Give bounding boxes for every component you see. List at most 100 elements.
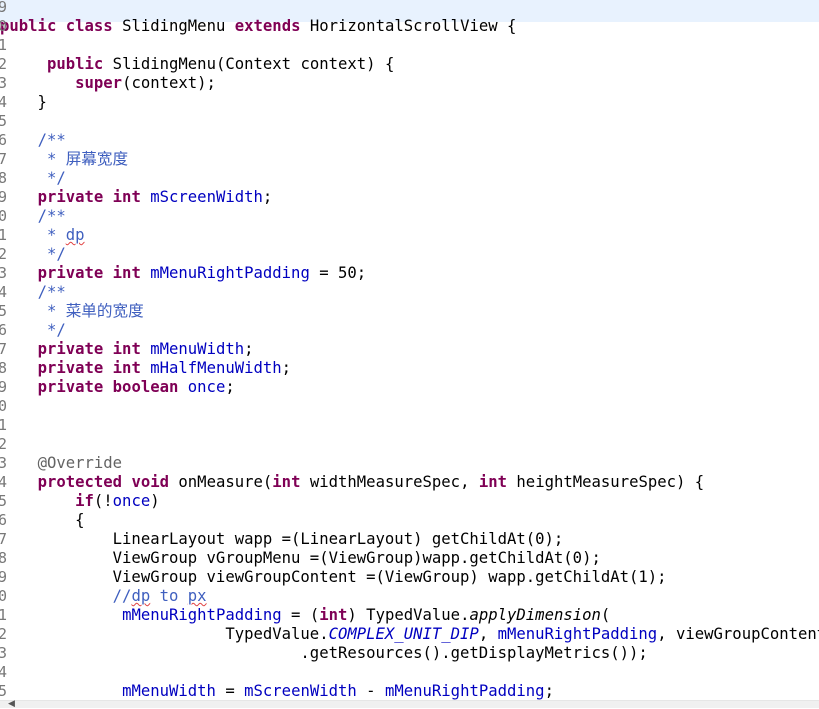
- code-line[interactable]: TypedValue.COMPLEX_UNIT_DIP, mMenuRightP…: [0, 625, 819, 644]
- code-line[interactable]: /** 4: [0, 283, 819, 302]
- code-line[interactable]: 1: [0, 36, 819, 55]
- line-number: 1: [0, 226, 7, 244]
- line-number: 6: [0, 131, 7, 149]
- code-line[interactable]: 5: [0, 112, 819, 131]
- code-line[interactable]: protected void onMeasure(int widthMeasur…: [0, 473, 819, 492]
- code-text: mMenuWidth = mScreenWidth - mMenuRightPa…: [122, 682, 554, 700]
- code-line[interactable]: public class SlidingMenu extends Horizon…: [0, 17, 819, 36]
- code-line[interactable]: private boolean once; 9: [0, 378, 819, 397]
- code-line[interactable]: * 屏幕宽度 7: [0, 150, 819, 169]
- code-line[interactable]: if(!once) 5: [0, 492, 819, 511]
- code-line[interactable]: .getResources().getDisplayMetrics()); 3: [0, 644, 819, 663]
- code-line[interactable]: 1: [0, 416, 819, 435]
- code-text: protected void onMeasure(int widthMeasur…: [37, 473, 705, 491]
- line-number: 1: [0, 606, 7, 624]
- code-line[interactable]: */6: [0, 321, 819, 340]
- line-number: 3: [0, 74, 7, 92]
- code-text: ViewGroup viewGroupContent =(ViewGroup) …: [0, 568, 667, 586]
- code-line[interactable]: * 菜单的宽度 5: [0, 302, 819, 321]
- code-text: * 菜单的宽度: [0, 302, 144, 320]
- code-text: TypedValue.COMPLEX_UNIT_DIP, mMenuRightP…: [0, 625, 819, 643]
- line-number: 3: [0, 454, 7, 472]
- line-number: 8: [0, 169, 7, 187]
- code-text: .getResources().getDisplayMetrics());: [0, 644, 648, 662]
- code-text: */: [0, 169, 66, 187]
- line-number: 4: [0, 283, 7, 301]
- code-line[interactable]: /** 6: [0, 131, 819, 150]
- code-text: * dp: [0, 226, 85, 244]
- code-line[interactable]: 4: [0, 663, 819, 682]
- line-number: 7: [0, 150, 7, 168]
- code-line[interactable]: @Override 3: [0, 454, 819, 473]
- code-line[interactable]: ViewGroup vGroupMenu =(ViewGroup)wapp.ge…: [0, 549, 819, 568]
- line-number: 1: [0, 36, 7, 54]
- line-number: 9: [0, 378, 7, 396]
- code-text: if(!once): [75, 492, 160, 510]
- line-number: 2: [0, 245, 7, 263]
- code-text: */: [0, 245, 66, 263]
- code-text: ViewGroup vGroupMenu =(ViewGroup)wapp.ge…: [0, 549, 601, 567]
- code-line[interactable]: private int mMenuWidth; 7: [0, 340, 819, 359]
- code-line[interactable]: ViewGroup viewGroupContent =(ViewGroup) …: [0, 568, 819, 587]
- code-line[interactable]: */8: [0, 169, 819, 188]
- code-line[interactable]: mMenuRightPadding = (int) TypedValue.app…: [0, 606, 819, 625]
- code-editor[interactable]: 9 public class SlidingMenu extends Horizo…: [0, 0, 819, 700]
- line-number: 9: [0, 568, 7, 586]
- code-line[interactable]: private int mHalfMenuWidth; 8: [0, 359, 819, 378]
- line-number: 2: [0, 55, 7, 73]
- line-number: 7: [0, 530, 7, 548]
- line-number: 5: [0, 682, 7, 700]
- line-number: 7: [0, 340, 7, 358]
- line-number: 8: [0, 549, 7, 567]
- line-number: 3: [0, 644, 7, 662]
- code-text: //dp to px: [112, 587, 207, 605]
- line-number: 5: [0, 112, 7, 130]
- code-line[interactable]: super(context); 3: [0, 74, 819, 93]
- line-number: 6: [0, 321, 7, 339]
- code-text: /**: [37, 283, 66, 301]
- code-text: private int mHalfMenuWidth;: [37, 359, 292, 377]
- code-text: /**: [37, 207, 66, 225]
- code-text: private int mScreenWidth;: [37, 188, 273, 206]
- code-line[interactable]: //dp to px 0: [0, 587, 819, 606]
- code-line[interactable]: } 4: [0, 93, 819, 112]
- code-line[interactable]: 0: [0, 397, 819, 416]
- code-text: /**: [37, 131, 66, 149]
- line-number: 6: [0, 511, 7, 529]
- code-text: public class SlidingMenu extends Horizon…: [0, 17, 517, 35]
- line-number: 4: [0, 473, 7, 491]
- code-line[interactable]: 9: [0, 0, 819, 17]
- line-number: 4: [0, 93, 7, 111]
- code-line[interactable]: */2: [0, 245, 819, 264]
- code-line[interactable]: public SlidingMenu(Context context) { 2: [0, 55, 819, 74]
- code-line[interactable]: {6: [0, 511, 819, 530]
- line-number: 8: [0, 359, 7, 377]
- code-text: */: [0, 321, 66, 339]
- line-number: 0: [0, 207, 7, 225]
- horizontal-scrollbar[interactable]: ◀: [0, 700, 819, 709]
- code-line[interactable]: mMenuWidth = mScreenWidth - mMenuRightPa…: [0, 682, 819, 700]
- code-text: @Override: [37, 454, 123, 472]
- code-line[interactable]: LinearLayout wapp =(LinearLayout) getChi…: [0, 530, 819, 549]
- line-number: 1: [0, 416, 7, 434]
- code-text: super(context);: [75, 74, 216, 92]
- code-text: LinearLayout wapp =(LinearLayout) getChi…: [0, 530, 564, 548]
- line-number: 0: [0, 587, 7, 605]
- code-text: public SlidingMenu(Context context) {: [46, 55, 395, 73]
- code-text: mMenuRightPadding = (int) TypedValue.app…: [122, 606, 611, 624]
- code-line[interactable]: * dp 1: [0, 226, 819, 245]
- line-number: 5: [0, 302, 7, 320]
- code-text: private boolean once;: [37, 378, 235, 396]
- line-number: 0: [0, 397, 7, 415]
- line-number: 2: [0, 435, 7, 453]
- code-line[interactable]: 2: [0, 435, 819, 454]
- code-text: * 屏幕宽度: [0, 150, 129, 168]
- code-line[interactable]: private int mMenuRightPadding = 50; 3: [0, 264, 819, 283]
- code-line[interactable]: private int mScreenWidth; 9: [0, 188, 819, 207]
- code-line[interactable]: /** 0: [0, 207, 819, 226]
- line-number: 4: [0, 663, 7, 681]
- line-number: 2: [0, 625, 7, 643]
- code-text: private int mMenuRightPadding = 50;: [37, 264, 367, 282]
- code-text: {: [0, 511, 85, 529]
- line-number: 9: [0, 0, 7, 16]
